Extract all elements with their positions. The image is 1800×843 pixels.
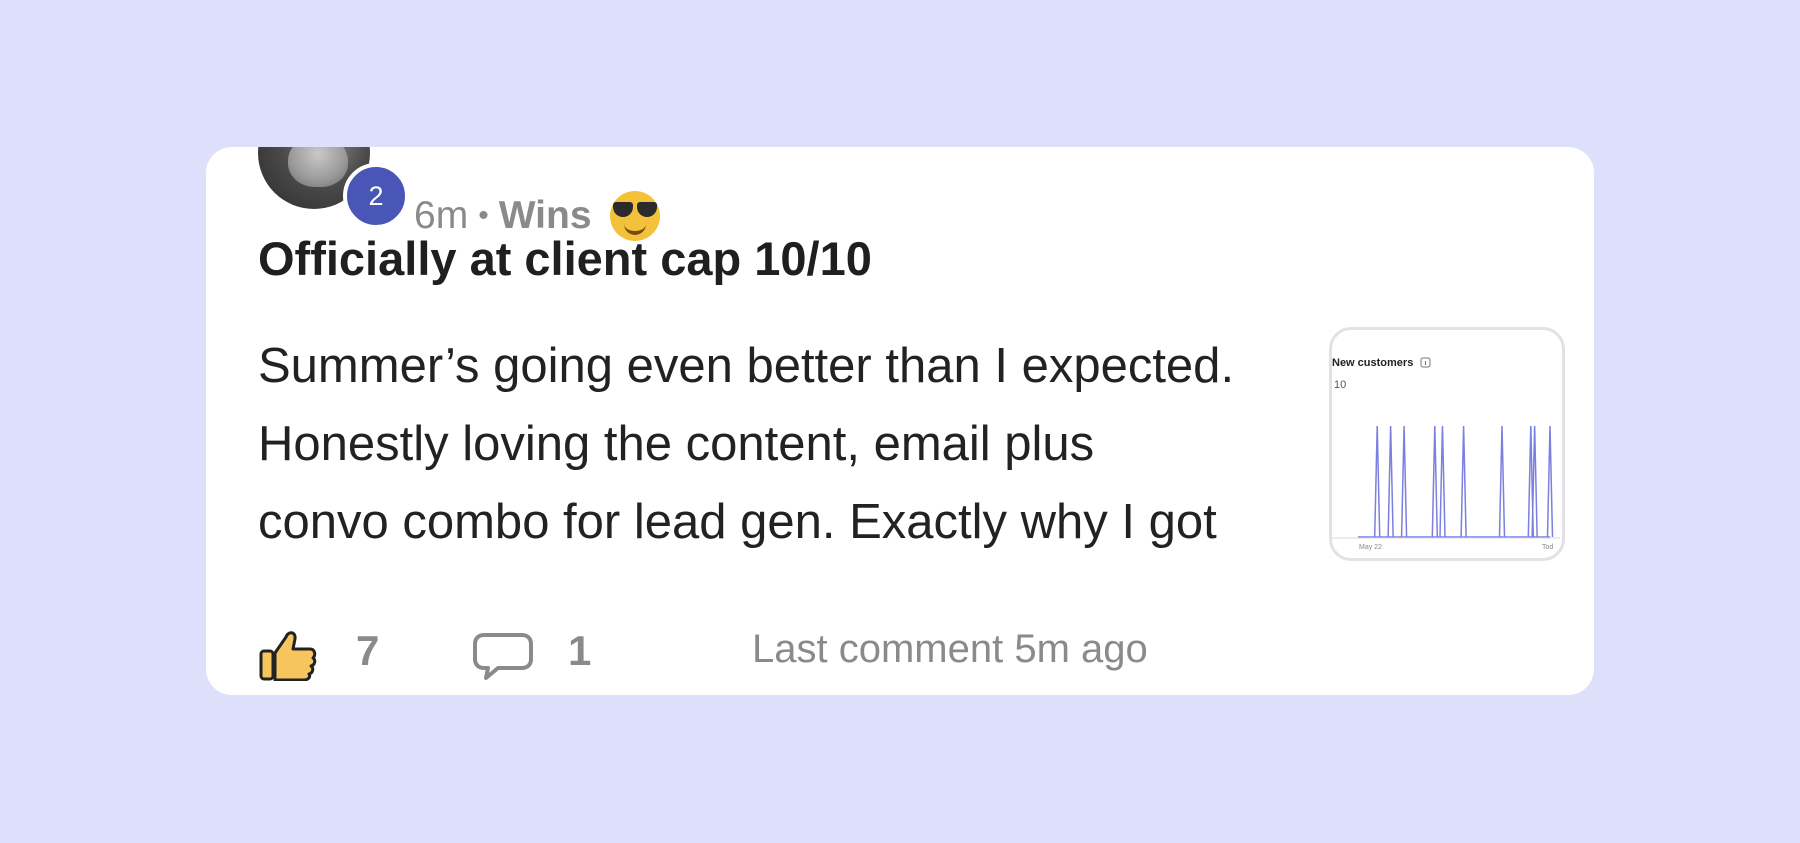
chart-spike — [1431, 425, 1439, 538]
thumbs-up-icon[interactable] — [258, 625, 318, 681]
post-meta: 2 6m • Wins — [258, 147, 958, 241]
chart-y-tick-label: 10 — [1334, 379, 1346, 391]
post-title[interactable]: Officially at client cap 10/10 — [258, 231, 872, 286]
post-footer: 7 1 Last comment 5m ago — [258, 621, 1258, 681]
chart-spike — [1531, 425, 1538, 538]
post-body-line: Honestly loving the content, email plus — [258, 417, 1095, 471]
meta-separator: • — [478, 199, 489, 232]
chart-spike — [1498, 425, 1506, 538]
avatar-photo — [288, 147, 348, 187]
chart-series — [1358, 425, 1554, 538]
level-badge: 2 — [343, 163, 409, 229]
chart-spike — [1439, 425, 1446, 538]
info-icon — [1420, 357, 1431, 368]
chart-spike — [1546, 425, 1554, 538]
chart-spike — [1373, 425, 1381, 538]
post-body-line: convo combo for lead gen. Exactly why I … — [258, 495, 1217, 549]
last-comment-time[interactable]: Last comment 5m ago — [752, 627, 1148, 672]
chart-spike — [1400, 425, 1408, 538]
chart-spike — [1460, 425, 1467, 538]
chart-spike — [1387, 425, 1394, 538]
comment-icon[interactable] — [472, 631, 534, 681]
post-body-line: Summer’s going even better than I expect… — [258, 339, 1235, 393]
chart-x-tick-label: May 22 — [1359, 544, 1382, 551]
new-customers-chart: New customers 10 May 22 Tod — [1332, 357, 1560, 551]
comment-count: 1 — [568, 627, 592, 674]
chart-x-tick-label: Tod — [1542, 544, 1553, 551]
chart-title: New customers — [1332, 357, 1413, 369]
like-count: 7 — [356, 627, 380, 674]
post-card[interactable]: 2 6m • Wins Officially at client cap 10/… — [206, 147, 1594, 695]
post-body[interactable]: Summer’s going even better than I expect… — [258, 327, 1268, 561]
post-image-thumbnail[interactable]: New customers 10 May 22 Tod — [1329, 327, 1565, 561]
